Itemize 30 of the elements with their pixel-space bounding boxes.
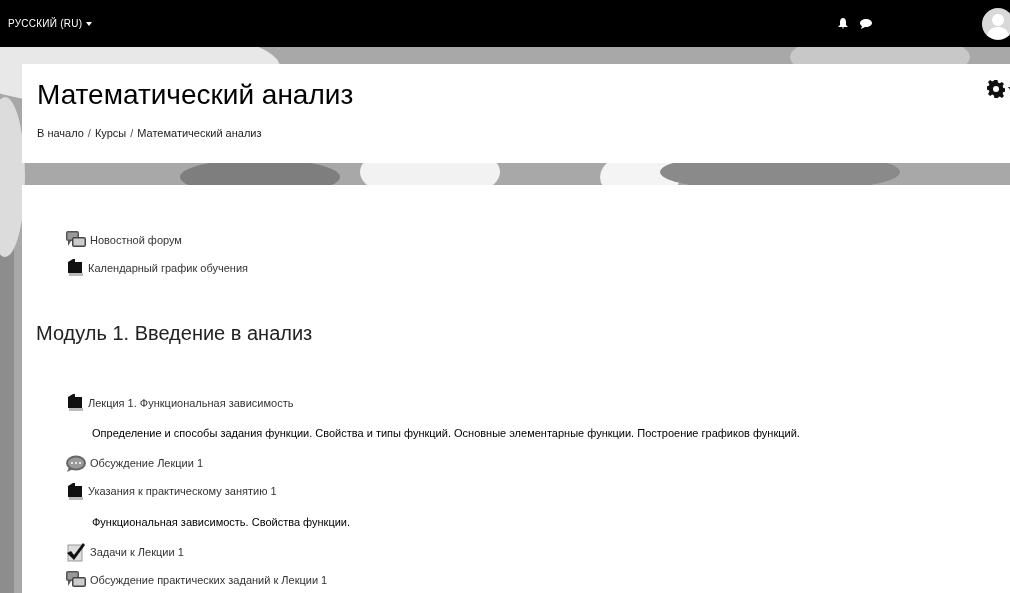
avatar-icon[interactable] (982, 7, 1010, 40)
breadcrumb-link[interactable]: Курсы (94, 125, 127, 142)
activity-description: Определение и способы задания функции. Свойства и типы функций. Основные элементарные функции. Построение графиков функций. (92, 426, 801, 441)
checkmark-document-icon (66, 542, 86, 562)
section-heading: Модуль 1. Введение в анализ (36, 321, 314, 346)
page-title: Математический анализ (37, 78, 354, 112)
breadcrumb-link[interactable]: Математический анализ (137, 125, 262, 142)
activity-description: Функциональная зависимость. Свойства функции. (92, 514, 352, 530)
breadcrumb-separator: / (87, 126, 91, 141)
activity-link[interactable]: Указания к практическому занятию 1 (88, 483, 277, 500)
forum-icon (66, 571, 86, 589)
bell-icon[interactable] (838, 18, 848, 29)
document-icon (66, 259, 84, 277)
speech-bubble-icon[interactable] (860, 18, 872, 29)
language-menu[interactable]: РУССКИЙ (RU) (8, 16, 93, 31)
activity-link[interactable]: Обсуждение практических заданий к Лекции 1 (90, 571, 328, 589)
chat-bubble-icon (66, 454, 86, 473)
activity-link[interactable]: Новостной форум (90, 231, 182, 249)
breadcrumb-separator: / (130, 126, 134, 141)
activity-link[interactable]: Лекция 1. Функциональная зависимость (88, 394, 294, 412)
document-icon (66, 482, 84, 501)
breadcrumb-link[interactable]: В начало (37, 125, 84, 142)
activity-link[interactable]: Календарный график обучения (88, 259, 248, 277)
document-icon (66, 394, 84, 412)
caret-icon (86, 21, 93, 26)
forum-icon (66, 231, 86, 249)
activity-link[interactable]: Задачи к Лекции 1 (90, 543, 184, 561)
gear-icon (987, 80, 1005, 98)
settings-menu[interactable] (987, 80, 1010, 98)
activity-link[interactable]: Обсуждение Лекции 1 (90, 455, 204, 472)
